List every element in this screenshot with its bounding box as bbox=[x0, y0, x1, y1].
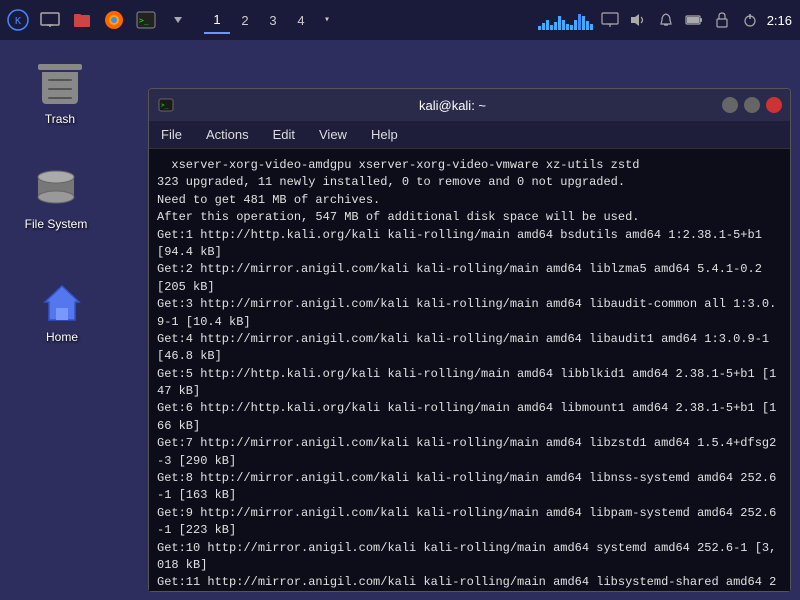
svg-text:K: K bbox=[15, 16, 21, 27]
desktop-2[interactable]: 2 bbox=[232, 6, 258, 34]
close-button[interactable] bbox=[766, 97, 782, 113]
terminal-body[interactable]: xserver-xorg-video-amdgpu xserver-xorg-v… bbox=[149, 149, 790, 591]
minimize-button[interactable] bbox=[722, 97, 738, 113]
terminal-line: Get:6 http://http.kali.org/kali kali-rol… bbox=[157, 400, 782, 435]
active-app[interactable] bbox=[346, 6, 446, 34]
trash-label: Trash bbox=[45, 112, 75, 126]
terminal-title: kali@kali: ~ bbox=[183, 98, 722, 113]
menu-actions[interactable]: Actions bbox=[202, 125, 253, 144]
power-icon[interactable] bbox=[739, 9, 761, 31]
notification-icon[interactable] bbox=[655, 9, 677, 31]
svg-text:>_: >_ bbox=[139, 16, 149, 25]
display-icon[interactable] bbox=[599, 9, 621, 31]
terminal-line: xserver-xorg-video-amdgpu xserver-xorg-v… bbox=[157, 157, 782, 174]
menu-edit[interactable]: Edit bbox=[269, 125, 299, 144]
terminal-icon[interactable]: >_ bbox=[132, 6, 160, 34]
terminal-line: Get:5 http://http.kali.org/kali kali-rol… bbox=[157, 366, 782, 401]
taskbar-left: K >_ bbox=[0, 6, 446, 34]
clock: 2:16 bbox=[767, 13, 792, 28]
terminal-line: Need to get 481 MB of archives. bbox=[157, 192, 782, 209]
monitor-icon[interactable] bbox=[36, 6, 64, 34]
terminal-line: Get:2 http://mirror.anigil.com/kali kali… bbox=[157, 261, 782, 296]
terminal-line: Get:9 http://mirror.anigil.com/kali kali… bbox=[157, 505, 782, 540]
terminal-line: Get:3 http://mirror.anigil.com/kali kali… bbox=[157, 296, 782, 331]
terminal-titlebar: >_ kali@kali: ~ bbox=[149, 89, 790, 121]
filesystem-label: File System bbox=[25, 217, 88, 231]
filesystem-icon[interactable]: File System bbox=[16, 165, 96, 231]
battery-icon[interactable] bbox=[683, 9, 705, 31]
home-label: Home bbox=[46, 330, 78, 344]
terminal-menubar: File Actions Edit View Help bbox=[149, 121, 790, 149]
dropdown-arrow-icon[interactable] bbox=[164, 6, 192, 34]
terminal-line: Get:8 http://mirror.anigil.com/kali kali… bbox=[157, 470, 782, 505]
menu-file[interactable]: File bbox=[157, 125, 186, 144]
trash-icon[interactable]: Trash bbox=[20, 60, 100, 126]
trash-lid bbox=[38, 64, 82, 70]
maximize-button[interactable] bbox=[744, 97, 760, 113]
terminal-line: After this operation, 547 MB of addition… bbox=[157, 209, 782, 226]
taskbar-right: 2:16 bbox=[538, 9, 800, 31]
terminal-title-icon: >_ bbox=[157, 96, 175, 114]
desktop-switcher: 1 2 3 4 ▾ bbox=[204, 6, 338, 34]
lock-icon[interactable] bbox=[711, 9, 733, 31]
menu-view[interactable]: View bbox=[315, 125, 351, 144]
terminal-line: Get:11 http://mirror.anigil.com/kali kal… bbox=[157, 574, 782, 591]
terminal-line: Get:4 http://mirror.anigil.com/kali kali… bbox=[157, 331, 782, 366]
terminal-window-buttons bbox=[722, 97, 782, 113]
menu-help[interactable]: Help bbox=[367, 125, 402, 144]
trash-body bbox=[42, 72, 78, 104]
desktop-4[interactable]: 4 bbox=[288, 6, 314, 34]
taskbar: K >_ bbox=[0, 0, 800, 40]
desktop-3[interactable]: 3 bbox=[260, 6, 286, 34]
desktop-dropdown[interactable]: ▾ bbox=[316, 6, 338, 34]
svg-text:>_: >_ bbox=[161, 102, 169, 109]
terminal-line: Get:10 http://mirror.anigil.com/kali kal… bbox=[157, 540, 782, 575]
firefox-icon[interactable] bbox=[100, 6, 128, 34]
network-chart bbox=[538, 10, 593, 30]
volume-icon[interactable] bbox=[627, 9, 649, 31]
terminal-line: Get:7 http://mirror.anigil.com/kali kali… bbox=[157, 435, 782, 470]
file-manager-icon[interactable] bbox=[68, 6, 96, 34]
terminal-line: Get:1 http://http.kali.org/kali kali-rol… bbox=[157, 227, 782, 262]
terminal-window: >_ kali@kali: ~ File Actions Edit View H… bbox=[148, 88, 791, 592]
kali-icon[interactable]: K bbox=[4, 6, 32, 34]
terminal-line: 323 upgraded, 11 newly installed, 0 to r… bbox=[157, 174, 782, 191]
desktop-1[interactable]: 1 bbox=[204, 6, 230, 34]
home-icon[interactable]: Home bbox=[22, 278, 102, 344]
